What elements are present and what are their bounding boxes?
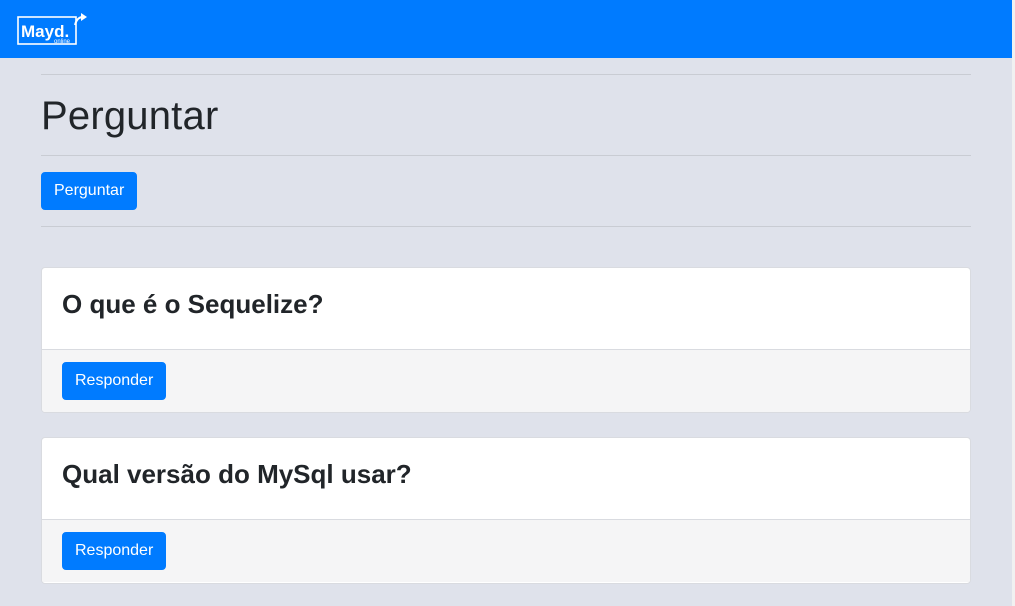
main-container: Perguntar Perguntar	[41, 74, 971, 227]
divider	[41, 226, 971, 227]
logo-subtext: online	[54, 39, 71, 45]
question-title: Qual versão do MySql usar?	[62, 459, 412, 489]
question-card: O que é o Sequelize? Responder	[41, 267, 971, 413]
brand-logo[interactable]: Mayd. online	[17, 12, 89, 46]
question-card-body: Qual versão do MySql usar?	[42, 438, 970, 519]
ask-section: Perguntar	[41, 156, 971, 226]
question-card-footer: Responder	[42, 349, 970, 412]
question-card-body: O que é o Sequelize?	[42, 268, 970, 349]
ask-question-button[interactable]: Perguntar	[41, 172, 138, 210]
share-arrow-icon	[74, 13, 87, 26]
reply-button[interactable]: Responder	[62, 362, 167, 400]
reply-button[interactable]: Responder	[62, 532, 167, 570]
question-title: O que é o Sequelize?	[62, 289, 324, 319]
page-title: Perguntar	[41, 94, 219, 138]
question-card: Qual versão do MySql usar? Responder	[41, 437, 971, 584]
question-card-footer: Responder	[42, 519, 970, 582]
top-navbar: Mayd. online	[0, 0, 1012, 58]
